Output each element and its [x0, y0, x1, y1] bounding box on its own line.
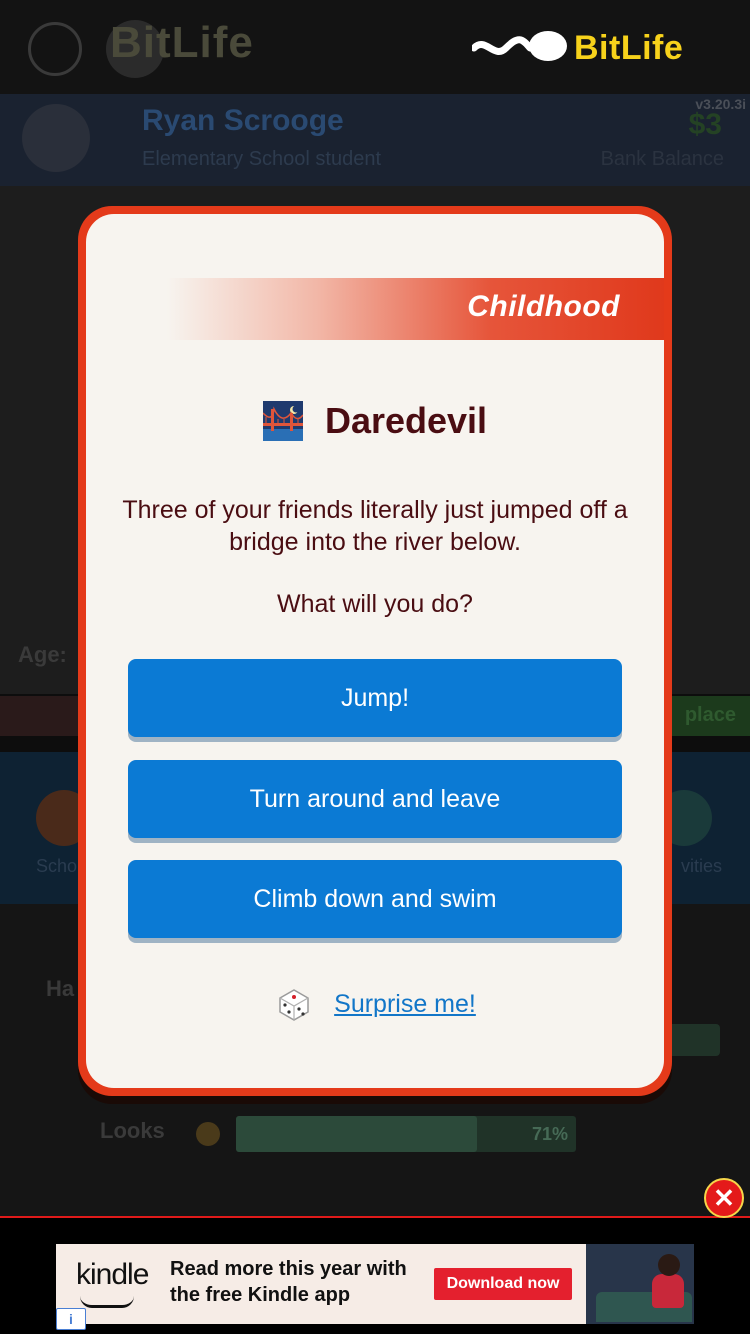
- ad-copy: Read more this year with the free Kindle…: [170, 1256, 407, 1308]
- age-strip-label: place: [684, 704, 736, 726]
- info-icon[interactable]: i: [56, 1308, 86, 1330]
- surprise-me-label[interactable]: Surprise me!: [334, 990, 476, 1019]
- event-title-row: Daredevil: [86, 400, 664, 442]
- looks-bar-fill: [236, 1116, 478, 1152]
- menu-button[interactable]: [28, 22, 82, 76]
- event-title: Daredevil: [324, 400, 488, 441]
- dice-icon: [279, 989, 309, 1021]
- age-label: Age:: [18, 642, 67, 667]
- stat-heading: Ha: [46, 976, 75, 1001]
- looks-label: Looks: [100, 1118, 165, 1143]
- choice-jump-button[interactable]: Jump!: [128, 659, 622, 737]
- event-question: What will you do?: [277, 590, 473, 618]
- ad-person-head: [658, 1254, 680, 1276]
- app-logo-faint: BitLife: [110, 18, 254, 67]
- ad-person: [652, 1274, 684, 1308]
- looks-emoji-icon: [196, 1122, 220, 1146]
- sperm-icon: [472, 31, 567, 61]
- bridge-night-icon: [262, 401, 303, 441]
- kindle-logo: kindle: [76, 1258, 149, 1291]
- event-description: Three of your friends literally just jum…: [122, 496, 628, 556]
- profile-header: [0, 94, 750, 186]
- profile-subtitle: Elementary School student: [142, 148, 382, 170]
- event-dialog: Childhood Daredevil Three of your friend…: [78, 206, 672, 1096]
- category-banner: Childhood: [86, 278, 664, 340]
- avatar[interactable]: [22, 104, 90, 172]
- amazon-smile-icon: [80, 1296, 134, 1308]
- bank-balance-label: Bank Balance: [600, 148, 724, 170]
- choice-climb-button[interactable]: Climb down and swim: [128, 860, 622, 938]
- ad-copy-line2: the free Kindle app: [170, 1284, 351, 1306]
- kindle-ad-banner[interactable]: kindle Read more this year with the free…: [56, 1244, 694, 1324]
- activities-nav-label: vities: [680, 856, 722, 876]
- brand-logo: BitLife: [472, 26, 683, 70]
- surprise-me-link[interactable]: Surprise me!: [86, 984, 664, 1024]
- looks-bar: 71%: [236, 1116, 576, 1152]
- bank-balance-value: $3: [688, 108, 722, 141]
- top-bar: BitLife BitLife: [0, 0, 750, 94]
- looks-value: 71%: [531, 1124, 568, 1144]
- bitlife-screen: BitLife BitLife Ryan Scrooge Elementary …: [0, 0, 750, 1334]
- brand-name: BitLife: [574, 28, 684, 67]
- profile-name: Ryan Scrooge: [142, 104, 344, 137]
- event-dialog-body: Childhood Daredevil Three of your friend…: [86, 214, 664, 1088]
- choice-leave-button[interactable]: Turn around and leave: [128, 760, 622, 838]
- close-icon[interactable]: ✕: [704, 1178, 744, 1218]
- ad-copy-line1: Read more this year with: [170, 1258, 407, 1280]
- school-nav-label: Scho: [36, 856, 78, 876]
- category-label: Childhood: [467, 290, 620, 323]
- download-now-button[interactable]: Download now: [434, 1268, 572, 1300]
